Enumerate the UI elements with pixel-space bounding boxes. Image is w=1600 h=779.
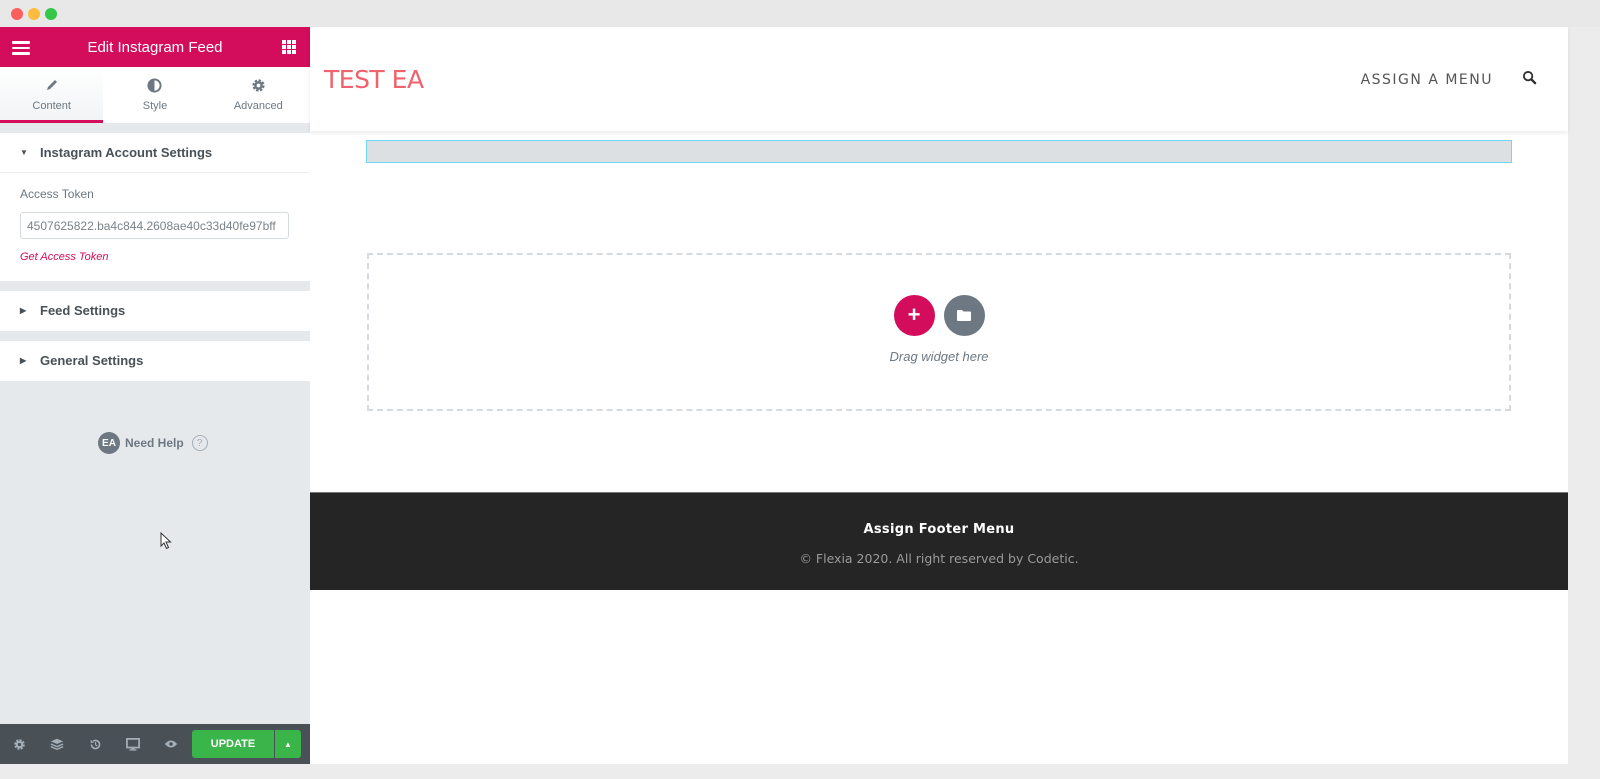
history-icon[interactable] [76,724,114,764]
tab-content-label: Content [32,100,71,112]
save-options-button[interactable]: ▲ [275,730,301,758]
section-feed-settings: ▶ Feed Settings [0,291,310,331]
folder-icon [957,309,971,321]
panel-tabs: Content Style Advanced [0,67,310,123]
panel-header: Edit Instagram Feed [0,27,310,67]
pencil-icon [45,78,59,96]
tab-advanced-label: Advanced [233,100,283,112]
gear-icon [251,78,266,96]
caret-right-icon: ▶ [20,356,27,365]
need-help-link[interactable]: EA Need Help ? [98,432,208,454]
site-header: TEST EA ASSIGN A MENU [310,27,1568,131]
widget-placeholder[interactable] [366,140,1512,163]
assign-menu-link[interactable]: ASSIGN A MENU [1361,72,1493,88]
editor-panel: Edit Instagram Feed Content Style Advanc… [0,27,310,764]
section-instagram-account: ▼ Instagram Account Settings Access Toke… [0,133,310,281]
panel-footer: UPDATE ▲ [0,724,310,764]
maximize-window-button[interactable] [45,8,57,20]
add-section-button[interactable]: + [893,294,935,336]
window-titlebar [0,0,1600,27]
responsive-icon[interactable] [114,724,152,764]
tab-content[interactable]: Content [0,67,104,123]
drop-area-text: Drag widget here [889,348,989,364]
navigator-icon[interactable] [38,724,76,764]
ea-logo-icon: EA [98,432,120,454]
site-title[interactable]: TEST EA [324,65,424,94]
search-icon[interactable] [1522,70,1538,86]
site-footer: Assign Footer Menu © Flexia 2020. All ri… [310,492,1568,590]
section-title: Instagram Account Settings [40,145,213,160]
section-title: General Settings [40,353,144,368]
tab-advanced[interactable]: Advanced [207,67,310,123]
caret-down-icon: ▼ [20,148,28,157]
contrast-icon [147,78,163,96]
settings-icon[interactable] [0,724,38,764]
get-access-token-link[interactable]: Get Access Token [20,251,108,263]
add-template-button[interactable] [943,294,985,336]
browser-window: Edit Instagram Feed Content Style Advanc… [0,0,1600,779]
copyright-text: © Flexia 2020. All right reserved by Cod… [799,551,1079,566]
tab-style-label: Style [142,100,168,112]
section-toggle-general-settings[interactable]: ▶ General Settings [0,341,310,381]
panel-title: Edit Instagram Feed [87,38,223,56]
plus-icon: + [907,302,921,327]
section-general-settings: ▶ General Settings [0,341,310,381]
footer-menu-link[interactable]: Assign Footer Menu [310,522,1568,537]
need-help-label: Need Help [125,436,184,450]
caret-right-icon: ▶ [20,306,27,315]
preview-canvas: TEST EA ASSIGN A MENU + Drag widget here… [310,27,1568,764]
tab-style[interactable]: Style [103,67,206,123]
drop-area-buttons: + [893,294,985,336]
mouse-cursor-icon [160,531,172,555]
section-body: Access Token Get Access Token [0,173,310,281]
section-toggle-feed-settings[interactable]: ▶ Feed Settings [0,291,310,331]
widget-drop-area[interactable]: + Drag widget here [367,253,1511,411]
question-icon: ? [191,435,208,451]
section-toggle-instagram-account[interactable]: ▼ Instagram Account Settings [0,133,310,173]
grid-icon[interactable] [282,40,296,54]
preview-icon[interactable] [152,724,190,764]
caret-up-icon: ▲ [284,739,292,749]
access-token-label: Access Token [20,187,94,201]
update-button[interactable]: UPDATE [192,730,274,758]
minimize-window-button[interactable] [28,8,40,20]
hamburger-icon[interactable] [12,41,30,55]
access-token-input[interactable] [20,212,289,239]
close-window-button[interactable] [11,8,23,20]
section-title: Feed Settings [40,303,126,318]
